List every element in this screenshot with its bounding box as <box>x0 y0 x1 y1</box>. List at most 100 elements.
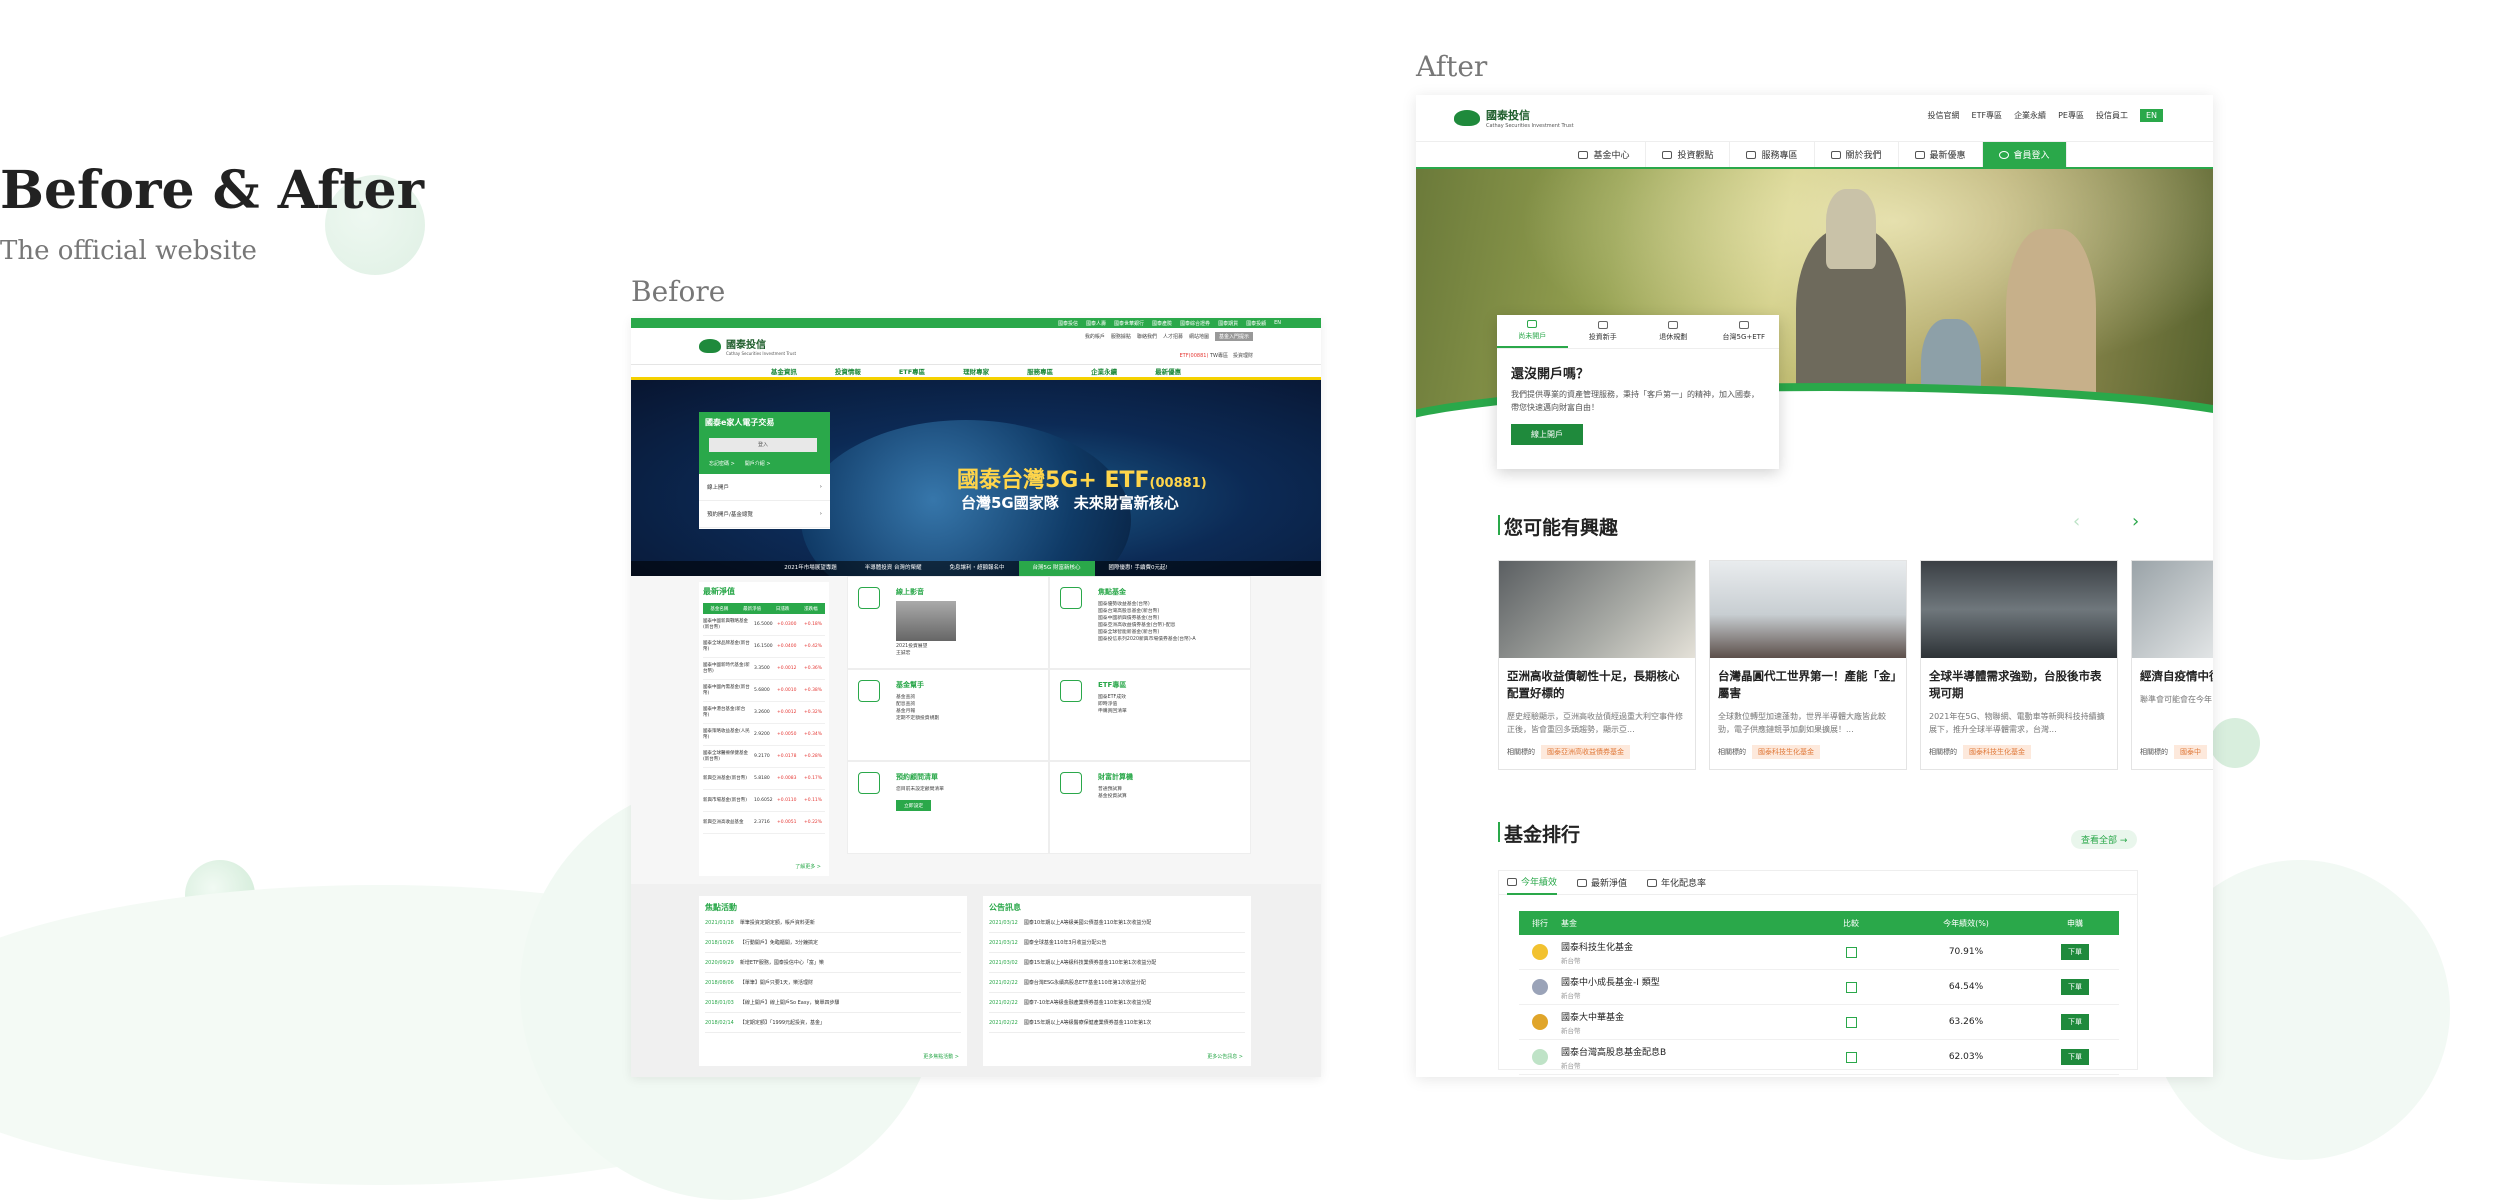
etf-link[interactable]: 即時淨值 <box>1098 701 1127 708</box>
table-row[interactable]: 國泰科技生化基金 新台幣 70.91% 下單 <box>1519 935 2119 970</box>
article-card[interactable]: 經濟自疫情中復甦 益債漲升動能 聯準會可能會在今年 產，部分委員對於 相關標的國… <box>2131 560 2213 770</box>
member-login-button[interactable]: 會員登入 <box>1982 142 2067 167</box>
top-link[interactable]: EN <box>1274 320 1281 326</box>
list-item[interactable]: 2021/03/12 國泰10年期以上A等級美國公債基金110年第1次收益分配 <box>989 913 1245 933</box>
fund-tag[interactable]: 國泰科技生化基金 <box>1963 745 2031 759</box>
order-button[interactable]: 下單 <box>2061 1014 2089 1030</box>
order-button[interactable]: 下單 <box>2061 979 2089 995</box>
fund-tag[interactable]: 國泰中 <box>2174 745 2207 759</box>
table-row[interactable]: 新興亞洲高收益基金 2.3716 +0.0051 +0.22% <box>703 812 825 834</box>
helper-link[interactable]: 定期不定額投資規劃 <box>896 715 939 722</box>
set-advisor-button[interactable]: 立即設定 <box>896 800 932 812</box>
notices-more-link[interactable]: 更多公告訊息 > <box>1207 1053 1243 1060</box>
fund-link[interactable]: 國泰中國新興債券基金(台幣) <box>1098 615 1196 622</box>
list-item[interactable]: 2021/02/22 國泰7-10年A等級金融產業債券基金110年第1次收益分配 <box>989 993 1245 1013</box>
table-row[interactable]: 國泰中國新時代基金(新台幣) 3.3500 +0.0012 +0.36% <box>703 658 825 680</box>
logo[interactable]: 國泰投信 Cathay Securities Investment Trust <box>699 336 796 356</box>
chevron-right-icon[interactable]: › <box>2132 511 2139 532</box>
table-row[interactable]: 國泰中國內需基金(新台幣) 5.6800 +0.0010 +0.38% <box>703 680 825 702</box>
logo[interactable]: 國泰投信 Cathay Securities Investment Trust <box>1454 107 1574 129</box>
compare-checkbox[interactable] <box>1845 1016 1857 1028</box>
fund-link[interactable]: 國泰台灣高股息基金(新台幣) <box>1098 608 1196 615</box>
table-row[interactable]: 國泰台灣高股息基金配息B 新台幣 62.03% 下單 <box>1519 1040 2119 1075</box>
banner-tab-active[interactable]: 台灣5G 財富新核心 <box>1018 561 1095 576</box>
table-row[interactable]: 新興亞洲基金(新台幣) 5.8180 +0.0083 +0.17% <box>703 768 825 790</box>
order-button[interactable]: 下單 <box>2061 944 2089 960</box>
nav-item[interactable]: 服務專區 <box>1027 366 1053 376</box>
nav-item[interactable]: 最新優惠 <box>1155 366 1181 376</box>
util-link[interactable]: 投信官網 <box>1928 110 1960 121</box>
util-link[interactable]: ETF專區 <box>1972 110 2003 121</box>
banner-tab[interactable]: 2021年市場展望專題 <box>770 561 851 576</box>
list-item[interactable]: 2018/08/06 【單筆】開戶只要1天，樂活理財 <box>705 973 961 993</box>
top-link[interactable]: 國泰人壽 <box>1086 320 1106 327</box>
nav-fund-center[interactable]: 基金中心 <box>1562 142 1647 167</box>
list-item[interactable]: 2018/01/03 【線上開戶】線上開戶So Easy，簡單四步驟 <box>705 993 961 1013</box>
nav-more-link[interactable]: 了解更多 > <box>795 863 821 870</box>
guide-button[interactable]: 基金入門提示 <box>1214 332 1253 341</box>
fund-link[interactable]: 國泰亞洲高收益債券基金(台幣)-配息 <box>1098 622 1196 629</box>
compare-checkbox[interactable] <box>1845 981 1857 993</box>
list-item[interactable]: 2018/10/26 【行動開戶】免臨櫃開，3分鐘搞定 <box>705 933 961 953</box>
login-row-booking[interactable]: 預約開戶/基金總覽 › <box>699 501 830 528</box>
table-row[interactable]: 國泰大中華基金 新台幣 63.26% 下單 <box>1519 1005 2119 1040</box>
compare-checkbox[interactable] <box>1845 946 1857 958</box>
util-link[interactable]: 聯絡我們 <box>1137 333 1157 340</box>
banner-tab[interactable]: 免息讓利・超額報名中 <box>936 561 1019 576</box>
hot-link-items[interactable]: TW專區 投資理財 <box>1210 353 1253 359</box>
tab-no-account[interactable]: 尚未開戶 <box>1497 315 1568 348</box>
table-row[interactable]: 國泰全球品牌基金(新台幣) 16.1500 +0.0400 +0.42% <box>703 636 825 658</box>
speaker-photo[interactable] <box>896 601 956 641</box>
events-more-link[interactable]: 更多焦點活動 > <box>923 1053 959 1060</box>
calc-link[interactable]: 普通預試算 <box>1098 786 1127 793</box>
nav-item[interactable]: 企業永續 <box>1091 366 1117 376</box>
list-item[interactable]: 2021/02/22 國泰台灣ESG永續高股息ETF基金110年第1次收益分配 <box>989 973 1245 993</box>
top-link[interactable]: 國泰綜合證券 <box>1180 320 1210 327</box>
list-item[interactable]: 2021/01/18 單筆投資定期定額，帳戶資料更新 <box>705 913 961 933</box>
helper-link[interactable]: 基金查詢 <box>896 694 939 701</box>
nav-about[interactable]: 關於我們 <box>1815 142 1899 167</box>
banner-tab[interactable]: 國際優惠! 手續費0元起! <box>1095 561 1182 576</box>
hero-banner[interactable]: 國泰台灣5G+ ETF(00881) 台灣5G國家隊 未來財富新核心 國泰e家人… <box>631 380 1321 576</box>
fund-link[interactable]: 國泰全球智能新基金(新台幣) <box>1098 629 1196 636</box>
fund-link[interactable]: 國泰優勢收益基金(台幣) <box>1098 601 1196 608</box>
top-link[interactable]: 國泰投顧 <box>1246 320 1266 327</box>
tab-retire[interactable]: 退休規劃 <box>1638 315 1709 348</box>
article-card[interactable]: 亞洲高收益債韌性十足，長期核心配置好標的 歷史經驗顯示，亞洲高收益債經過重大利空… <box>1498 560 1696 770</box>
list-item[interactable]: 2020/09/29 新增ETF服務，國泰投信中心「富」樂 <box>705 953 961 973</box>
nav-services[interactable]: 服務專區 <box>1730 142 1815 167</box>
open-account-info-link[interactable]: 開戶介紹 > <box>745 460 771 467</box>
table-row[interactable]: 國泰中國新興戰略基金(新台幣) 16.5000 +0.0300 +0.18% <box>703 614 825 636</box>
nav-item[interactable]: 基金資訊 <box>771 366 797 376</box>
language-toggle[interactable]: EN <box>2139 109 2163 122</box>
calc-link[interactable]: 基金投資試算 <box>1098 793 1127 800</box>
nav-insights[interactable]: 投資觀點 <box>1646 142 1731 167</box>
forgot-password-link[interactable]: 忘記密碼 > <box>709 460 735 467</box>
chevron-left-icon[interactable]: ‹ <box>2073 511 2080 532</box>
list-item[interactable]: 2021/03/02 國泰15年期以上A等級科技業債券基金110年第1次收益分配 <box>989 953 1245 973</box>
tab-5g-etf[interactable]: 台灣5G+ETF <box>1709 315 1780 348</box>
top-link[interactable]: 國泰投信 <box>1058 320 1078 327</box>
tab-yield[interactable]: 年化配息率 <box>1647 871 1706 895</box>
fund-tag[interactable]: 國泰科技生化基金 <box>1752 745 1820 759</box>
fund-name[interactable]: 國泰中小成長基金-I 類型 <box>1561 975 1801 988</box>
top-link[interactable]: 國泰期貨 <box>1218 320 1238 327</box>
fund-name[interactable]: 國泰科技生化基金 <box>1561 940 1801 953</box>
etf-link[interactable]: 申購買回清單 <box>1098 708 1127 715</box>
article-card[interactable]: 全球半導體需求強勁，台股後市表現可期 2021年在5G、物聯網、電動車等新興科技… <box>1920 560 2118 770</box>
list-item[interactable]: 2021/02/22 國泰15年期以上A等級醫療保健產業債券基金110年第1次 <box>989 1013 1245 1033</box>
login-button[interactable]: 登入 <box>709 438 817 452</box>
table-row[interactable]: 國泰中小成長基金-I 類型 新台幣 64.54% 下單 <box>1519 970 2119 1005</box>
util-link[interactable]: 企業永續 <box>2014 110 2046 121</box>
util-link[interactable]: 網站地圖 <box>1189 333 1209 340</box>
etf-link[interactable]: 國泰ETF成效 <box>1098 694 1127 701</box>
nav-item[interactable]: ETF專區 <box>899 366 925 376</box>
tab-newbie[interactable]: 投資新手 <box>1568 315 1639 348</box>
fund-name[interactable]: 國泰台灣高股息基金配息B <box>1561 1045 1801 1058</box>
table-row[interactable]: 國泰中港台基金(新台幣) 3.2600 +0.0012 +0.32% <box>703 702 825 724</box>
table-row[interactable]: 國泰全球醫療保健基金(新台幣) 9.2170 +0.0178 +0.28% <box>703 746 825 768</box>
hot-links[interactable]: ETF(00881) TW專區 投資理財 <box>1180 352 1254 359</box>
open-account-button[interactable]: 線上開戶 <box>1511 424 1583 445</box>
util-link[interactable]: PE專區 <box>2058 110 2084 121</box>
order-button[interactable]: 下單 <box>2061 1049 2089 1065</box>
